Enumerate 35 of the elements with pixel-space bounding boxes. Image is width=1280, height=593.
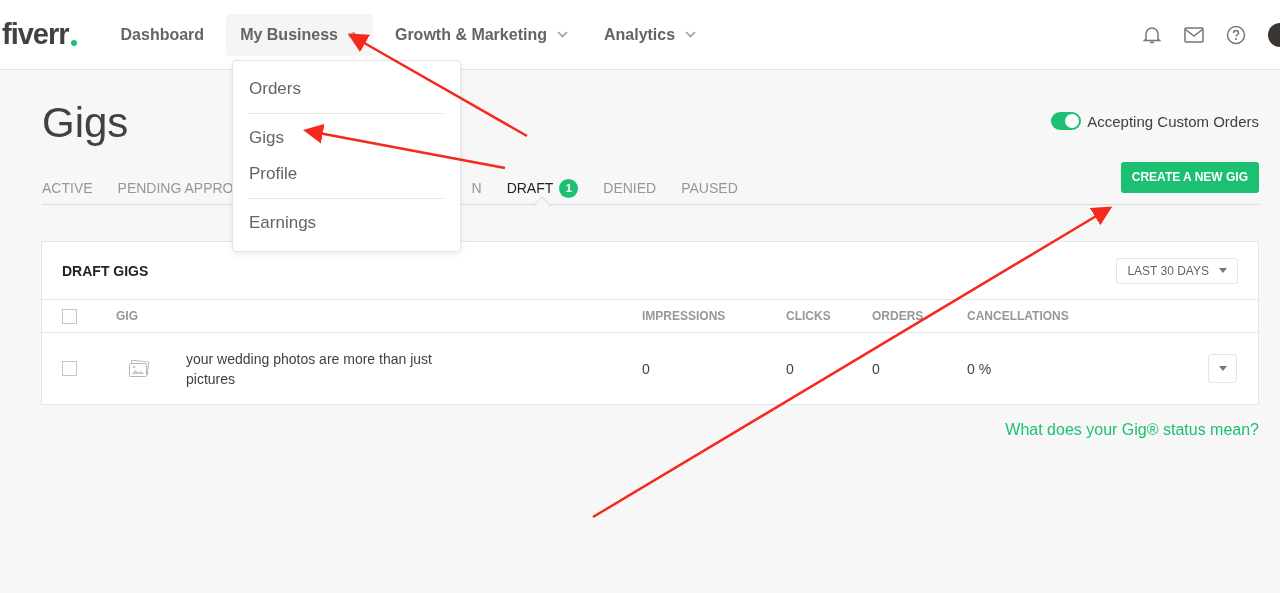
column-header: IMPRESSIONS [642,309,727,323]
caret-icon [1219,268,1227,273]
column-header: CANCELLATIONS [967,309,1070,323]
select-all-checkbox[interactable] [62,308,77,324]
table-cell-text: 0 [786,360,795,377]
bell-icon[interactable] [1142,24,1162,45]
nav-item[interactable]: Analytics [589,13,711,56]
nav-item[interactable]: Growth & Marketing [380,13,582,56]
menu-item[interactable]: Orders [249,71,444,107]
count-badge: 1 [559,178,579,198]
card-title: DRAFT GIGS [62,262,149,279]
table-cell-text: 0 % [967,360,993,377]
period-dropdown[interactable]: LAST 30 DAYS [1116,257,1238,284]
mail-icon[interactable] [1184,26,1204,43]
column-header: CLICKS [786,309,832,323]
menu-item[interactable]: Earnings [249,205,444,241]
help-icon[interactable] [1226,24,1246,45]
tab[interactable]: DRAFT 1 [506,172,579,204]
gig-title[interactable]: your wedding photos are more than just pictures [186,348,476,389]
page-title: Gigs [42,99,129,147]
image-icon [128,359,150,378]
table-cell-text: 0 [872,360,881,377]
table-cell-text: 0 [642,360,651,377]
toggle-switch[interactable] [1051,112,1082,130]
row-menu-button[interactable] [1208,354,1237,383]
menu-item[interactable]: Gigs [249,120,444,156]
caret-icon [1218,366,1227,371]
nav-item[interactable]: Dashboard [106,13,219,56]
toggle-label: Accepting Custom Orders [1087,112,1259,130]
row-checkbox[interactable] [62,361,77,376]
nav-item[interactable]: My Business [226,13,373,56]
menu-item[interactable]: Profile [249,156,444,192]
column-header: ORDERS [872,309,925,323]
fiverr-logo[interactable]: fiverr [2,20,77,49]
column-header: GIG [116,309,139,323]
